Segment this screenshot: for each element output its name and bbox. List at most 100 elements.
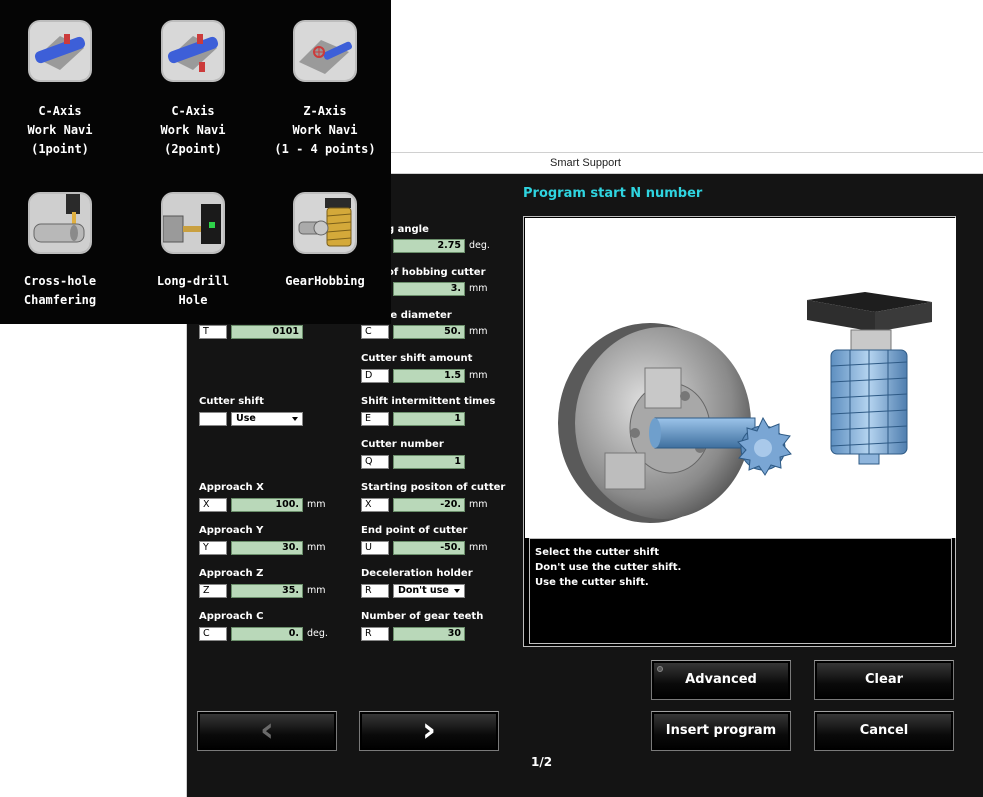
indicator-lamp-icon [657, 666, 663, 672]
deceleration-holder-label: Deceleration holder [361, 568, 473, 579]
cutter-shift-label: Cutter shift [199, 396, 264, 407]
end-point-label: End point of cutter [361, 525, 468, 536]
hobbing-cutter-field[interactable]: 3. [393, 282, 465, 296]
next-page-button[interactable]: › [359, 711, 499, 751]
cutter-shift-amount-field[interactable]: 1.5 [393, 369, 465, 383]
shift-intermittent-address: E [361, 412, 389, 426]
gear-hobbing-icon [293, 192, 357, 254]
message-line: Select the cutter shift [535, 547, 659, 558]
clear-button[interactable]: Clear [814, 660, 954, 700]
cross-hole-chamfering-caption: Cross-hole Chamfering [23, 274, 97, 307]
approach-c-unit: deg. [307, 628, 328, 639]
approach-z-address: Z [199, 584, 227, 598]
deceleration-holder-value: Don't use [398, 585, 449, 596]
desktop: Smart Support T 0101 Cutter shift Use Ap… [0, 0, 983, 797]
z-axis-caption: Z-Axis Work Navi (1 - 4 points) [274, 104, 376, 156]
cross-hole-chamfering-icon-graphic [30, 194, 90, 252]
approach-y-label: Approach Y [199, 525, 264, 536]
end-point-unit: mm [469, 542, 488, 553]
chevron-left-icon: ‹ [259, 710, 274, 750]
gear-hobbing-icon-graphic [295, 194, 355, 252]
gear-hobbing-caption: GearHobbing [285, 274, 365, 288]
approach-z-field[interactable]: 35. [231, 584, 303, 598]
c-axis-2point-icon [161, 20, 225, 82]
end-point-address: U [361, 541, 389, 555]
message-line: Don't use the cutter shift. [535, 562, 682, 573]
approach-y-field[interactable]: 30. [231, 541, 303, 555]
cutter-number-address: Q [361, 455, 389, 469]
approach-c-address: C [199, 627, 227, 641]
cutter-number-field[interactable]: 1 [393, 455, 465, 469]
c-axis-1point-icon [28, 20, 92, 82]
cancel-button-label: Cancel [859, 723, 909, 738]
cancel-button[interactable]: Cancel [814, 711, 954, 751]
hobbing-cutter-label: of hobbing cutter [387, 267, 486, 278]
message-box: Select the cutter shift Don't use the cu… [529, 538, 952, 644]
diameter-unit: mm [469, 326, 488, 337]
deceleration-holder-select[interactable]: Don't use [393, 584, 465, 598]
gear-hobbing-illustration [525, 218, 956, 538]
cutter-shift-select[interactable]: Use [231, 412, 303, 426]
shift-intermittent-label: Shift intermittent times [361, 396, 496, 407]
approach-x-address: X [199, 498, 227, 512]
gear-hobbing-illustration-icon [558, 292, 932, 523]
approach-z-label: Approach Z [199, 568, 264, 579]
message-line: Use the cutter shift. [535, 577, 649, 588]
prev-page-button[interactable]: ‹ [197, 711, 337, 751]
end-point-field[interactable]: -50. [393, 541, 465, 555]
cutter-number-label: Cutter number [361, 439, 444, 450]
deceleration-holder-address: R [361, 584, 389, 598]
hobbing-cutter-unit: mm [469, 283, 488, 294]
approach-y-unit: mm [307, 542, 326, 553]
c-axis-1point-caption: C-Axis Work Navi (1point) [27, 104, 93, 156]
preview-frame: Select the cutter shift Don't use the cu… [523, 216, 956, 647]
cutter-shift-amount-unit: mm [469, 370, 488, 381]
z-axis-icon [293, 20, 357, 82]
long-drill-hole-caption: Long-drill Hole [156, 274, 230, 307]
insert-program-button[interactable]: Insert program [651, 711, 791, 751]
c-axis-1point-icon-graphic [30, 22, 90, 80]
cutter-shift-amount-address: D [361, 369, 389, 383]
long-drill-hole-icon [161, 192, 225, 254]
diameter-address: C [361, 325, 389, 339]
long-drill-hole-icon-graphic [163, 194, 223, 252]
approach-y-address: Y [199, 541, 227, 555]
c-axis-2point-icon-graphic [163, 22, 223, 80]
approach-x-field[interactable]: 100. [231, 498, 303, 512]
starting-position-label: Starting positon of cutter [361, 482, 506, 493]
z-axis-icon-graphic [295, 22, 355, 80]
starting-position-address: X [361, 498, 389, 512]
diameter-label: le diameter [387, 310, 452, 321]
gear-teeth-label: Number of gear teeth [361, 611, 484, 622]
work-navi-panel: C-Axis Work Navi (1point) C-Axis Work Na… [0, 0, 391, 324]
cross-hole-chamfering-icon [28, 192, 92, 254]
cutter-shift-value: Use [236, 413, 256, 424]
c-axis-2point-caption: C-Axis Work Navi (2point) [160, 104, 226, 156]
insert-program-label: Insert program [665, 723, 777, 738]
hobbing-angle-field[interactable]: 2.75 [393, 239, 465, 253]
hobbing-angle-label: g angle [387, 224, 429, 235]
diameter-field[interactable]: 50. [393, 325, 465, 339]
cutter-shift-amount-label: Cutter shift amount [361, 353, 473, 364]
gear-teeth-field[interactable]: 30 [393, 627, 465, 641]
chevron-down-icon [454, 589, 460, 593]
clear-button-label: Clear [865, 672, 903, 687]
tool-number-field[interactable]: 0101 [231, 325, 303, 339]
starting-position-unit: mm [469, 499, 488, 510]
advanced-button[interactable]: Advanced [651, 660, 791, 700]
advanced-button-label: Advanced [685, 672, 757, 687]
page-indicator: 1/2 [531, 755, 553, 769]
approach-x-label: Approach X [199, 482, 264, 493]
approach-c-field[interactable]: 0. [231, 627, 303, 641]
cutter-shift-address [199, 412, 227, 426]
chevron-down-icon [292, 417, 298, 421]
approach-c-label: Approach C [199, 611, 264, 622]
section-title: Program start N number [523, 186, 703, 201]
approach-x-unit: mm [307, 499, 326, 510]
tool-address: T [199, 325, 227, 339]
chevron-right-icon: › [421, 710, 436, 750]
hobbing-angle-unit: deg. [469, 240, 490, 251]
starting-position-field[interactable]: -20. [393, 498, 465, 512]
shift-intermittent-field[interactable]: 1 [393, 412, 465, 426]
gear-teeth-address: R [361, 627, 389, 641]
